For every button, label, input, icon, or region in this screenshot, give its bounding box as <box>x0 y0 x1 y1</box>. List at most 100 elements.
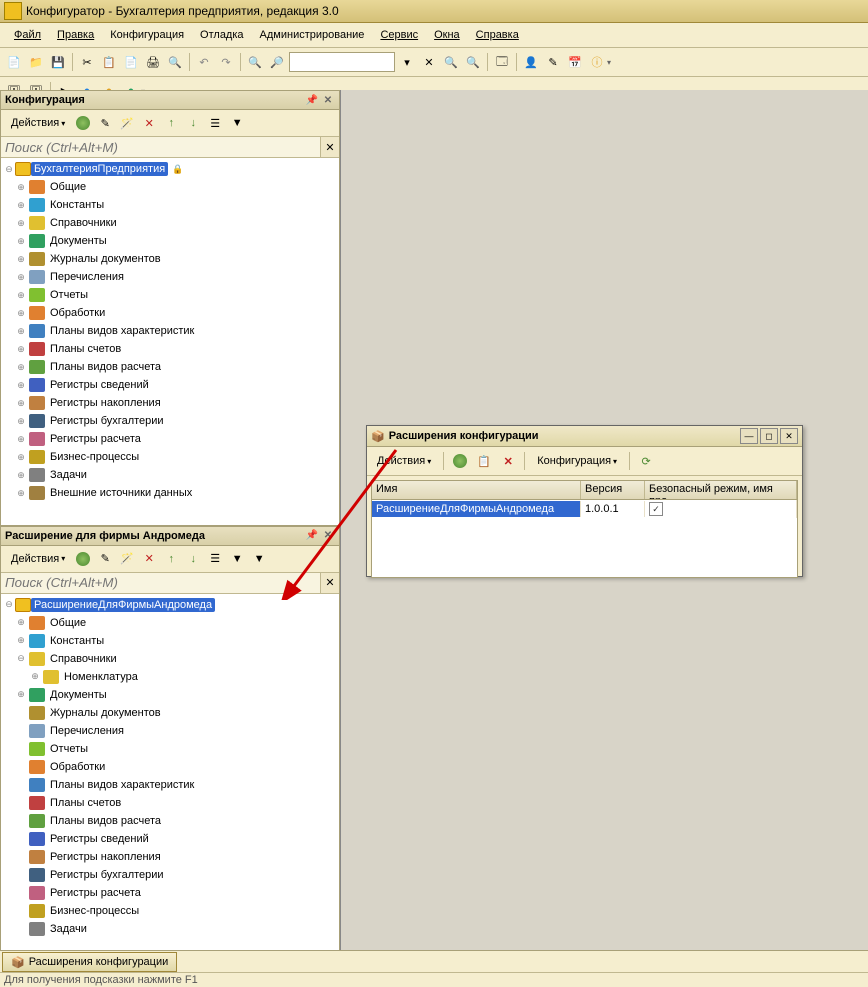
expand-icon[interactable] <box>15 833 27 845</box>
expand-icon[interactable]: ⊕ <box>15 397 27 409</box>
panel-close-icon[interactable]: ✕ <box>321 93 335 107</box>
tree-node[interactable]: ⊕Обработки <box>1 304 339 322</box>
expand-icon[interactable] <box>15 779 27 791</box>
actions-dropdown[interactable]: Действия ▾ <box>5 115 71 131</box>
menu-service[interactable]: Сервис <box>372 27 426 43</box>
tree-node[interactable]: ⊕Регистры бухгалтерии <box>1 412 339 430</box>
expand-icon[interactable]: ⊕ <box>15 379 27 391</box>
ext-filter-icon[interactable]: ▼ <box>227 549 247 569</box>
tree-node[interactable]: ⊕Планы счетов <box>1 340 339 358</box>
redo-icon[interactable]: ↷ <box>216 52 236 72</box>
expand-icon[interactable]: ⊕ <box>15 307 27 319</box>
ext-tree[interactable]: ⊖РасширениеДляФирмыАндромеда⊕Общие⊕Конст… <box>1 594 339 961</box>
tree-node[interactable]: ⊖Справочники <box>1 650 339 668</box>
expand-icon[interactable]: ⊕ <box>15 635 27 647</box>
extensions-window-titlebar[interactable]: 📦 Расширения конфигурации — ◻ ✕ <box>367 426 802 447</box>
expand-icon[interactable] <box>15 761 27 773</box>
clear-search-icon[interactable]: ✕ <box>419 52 439 72</box>
calendar-icon[interactable]: 📅 <box>565 52 585 72</box>
window-minimize-icon[interactable]: — <box>740 428 758 444</box>
expand-icon[interactable] <box>15 743 27 755</box>
config-tree[interactable]: ⊖БухгалтерияПредприятия🔒⊕Общие⊕Константы… <box>1 158 339 525</box>
checkbox-icon[interactable]: ✓ <box>649 502 663 516</box>
expand-icon[interactable] <box>15 797 27 809</box>
tree-node[interactable]: ⊕Общие <box>1 178 339 196</box>
delete-icon[interactable]: ✕ <box>139 113 159 133</box>
expand-icon[interactable]: ⊕ <box>15 217 27 229</box>
paste-icon[interactable]: 📄 <box>121 52 141 72</box>
panel-ext-close-icon[interactable]: ✕ <box>321 529 335 543</box>
expand-icon[interactable]: ⊕ <box>15 235 27 247</box>
wand-icon[interactable]: 🪄 <box>117 113 137 133</box>
tree-node[interactable]: Обработки <box>1 758 339 776</box>
expand-icon[interactable]: ⊕ <box>15 343 27 355</box>
expand-icon[interactable] <box>15 725 27 737</box>
ext-sort-icon[interactable]: ☰ <box>205 549 225 569</box>
cw-delete-icon[interactable]: ✕ <box>498 451 518 471</box>
table-row[interactable]: РасширениеДляФирмыАндромеда 1.0.0.1 ✓ <box>372 500 797 518</box>
tree-node[interactable]: ⊕Документы <box>1 232 339 250</box>
expand-icon[interactable]: ⊕ <box>15 253 27 265</box>
window-close-icon[interactable]: ✕ <box>780 428 798 444</box>
edit-icon[interactable]: ✎ <box>95 113 115 133</box>
menu-file[interactable]: Файл <box>6 27 49 43</box>
panel-pin-icon[interactable]: 📌 <box>305 93 319 107</box>
expand-icon[interactable]: ⊕ <box>15 689 27 701</box>
expand-icon[interactable]: ⊕ <box>15 271 27 283</box>
cw-props-icon[interactable]: 📋 <box>474 451 494 471</box>
ext-search-clear-icon[interactable]: ✕ <box>320 573 339 593</box>
tree-node[interactable]: Журналы документов <box>1 704 339 722</box>
expand-icon[interactable]: ⊕ <box>15 433 27 445</box>
down-icon[interactable]: ↓ <box>183 113 203 133</box>
ext-filter2-icon[interactable]: ▼ <box>249 549 269 569</box>
menu-debug[interactable]: Отладка <box>192 27 251 43</box>
help-icon[interactable]: ⓘ <box>587 52 607 72</box>
dropdown-arrow-icon[interactable]: ▾ <box>397 52 417 72</box>
tree-node[interactable]: ⊕Внешние источники данных <box>1 484 339 502</box>
col-safe[interactable]: Безопасный режим, имя про... <box>645 481 797 499</box>
tree-node[interactable]: ⊕Константы <box>1 196 339 214</box>
print-icon[interactable]: 🖨 <box>143 52 163 72</box>
panel-ext-pin-icon[interactable]: 📌 <box>305 529 319 543</box>
col-version[interactable]: Версия <box>581 481 645 499</box>
tree-node[interactable]: ⊕Задачи <box>1 466 339 484</box>
tree-node[interactable]: Задачи <box>1 920 339 938</box>
wizard-icon[interactable]: ✎ <box>543 52 563 72</box>
tree-node[interactable]: ⊕Общие <box>1 614 339 632</box>
search-field[interactable] <box>289 52 395 72</box>
tree-node[interactable]: ⊕Планы видов характеристик <box>1 322 339 340</box>
cut-icon[interactable]: ✂ <box>77 52 97 72</box>
expand-icon[interactable]: ⊕ <box>15 487 27 499</box>
expand-icon[interactable] <box>15 923 27 935</box>
tree-node[interactable]: ⊕Отчеты <box>1 286 339 304</box>
expand-icon[interactable] <box>15 905 27 917</box>
zoom-icon[interactable]: 🔎 <box>267 52 287 72</box>
tree-node[interactable]: ⊕Документы <box>1 686 339 704</box>
tree-node[interactable]: Регистры накопления <box>1 848 339 866</box>
sort-icon[interactable]: ☰ <box>205 113 225 133</box>
cw-add-icon[interactable] <box>450 451 470 471</box>
undo-icon[interactable]: ↶ <box>194 52 214 72</box>
tree-root[interactable]: ⊖БухгалтерияПредприятия🔒 <box>1 160 339 178</box>
ext-delete-icon[interactable]: ✕ <box>139 549 159 569</box>
tree-node[interactable]: ⊕Планы видов расчета <box>1 358 339 376</box>
expand-icon[interactable]: ⊕ <box>15 415 27 427</box>
tree-node[interactable]: Бизнес-процессы <box>1 902 339 920</box>
menu-windows[interactable]: Окна <box>426 27 468 43</box>
tree-node[interactable]: ⊕Регистры сведений <box>1 376 339 394</box>
help-dropdown-icon[interactable]: ▾ <box>607 58 611 67</box>
menu-edit[interactable]: Правка <box>49 27 102 43</box>
expand-icon[interactable] <box>15 707 27 719</box>
search-clear-icon[interactable]: ✕ <box>320 137 339 157</box>
tree-node[interactable]: ⊕Константы <box>1 632 339 650</box>
collapse-icon[interactable]: ⊖ <box>3 599 15 611</box>
expand-icon[interactable]: ⊕ <box>29 671 41 683</box>
ext-add-icon[interactable] <box>73 549 93 569</box>
tree-node[interactable]: ⊕Регистры накопления <box>1 394 339 412</box>
menu-help[interactable]: Справка <box>468 27 527 43</box>
expand-icon[interactable] <box>15 887 27 899</box>
tree-node[interactable]: Отчеты <box>1 740 339 758</box>
tree-node[interactable]: ⊕Перечисления <box>1 268 339 286</box>
expand-icon[interactable]: ⊕ <box>15 289 27 301</box>
tree-node[interactable]: ⊕Регистры расчета <box>1 430 339 448</box>
